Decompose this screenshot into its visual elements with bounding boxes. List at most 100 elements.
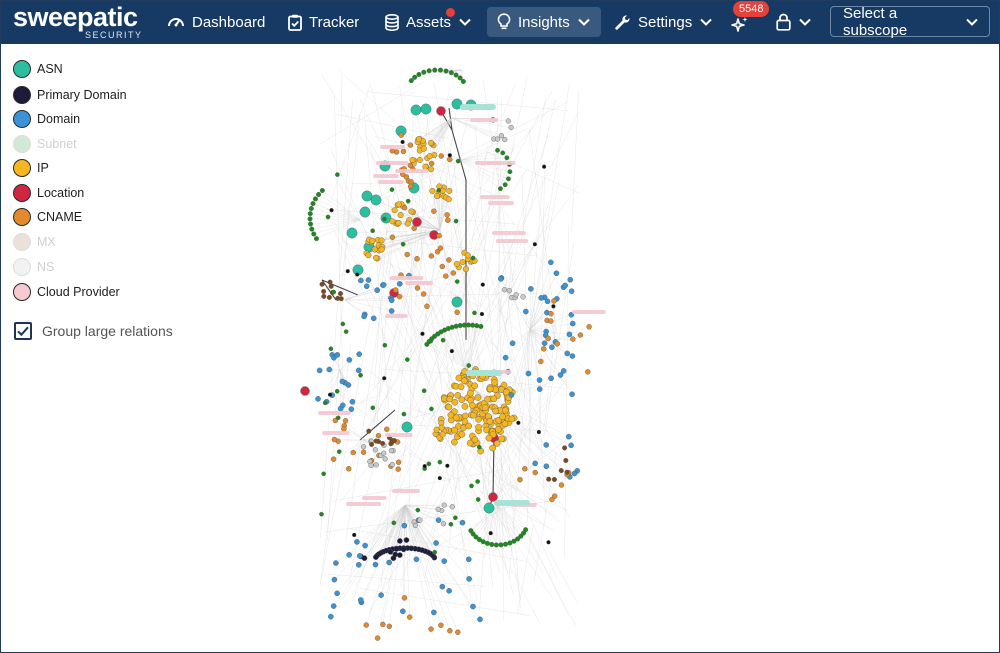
cname-node[interactable] [586, 324, 592, 330]
cname-node[interactable] [428, 160, 435, 167]
subnet-node[interactable] [504, 155, 510, 161]
ip-node[interactable] [470, 411, 477, 419]
primary-domain-node[interactable] [536, 429, 541, 435]
domain-node[interactable] [431, 609, 437, 616]
domain-node[interactable] [386, 559, 392, 566]
brown-node[interactable] [551, 476, 557, 482]
subnet-node[interactable] [470, 322, 476, 328]
ip-node[interactable] [391, 207, 398, 214]
cname-node[interactable] [424, 303, 430, 310]
subnet-node[interactable] [448, 70, 454, 76]
ip-node[interactable] [453, 260, 460, 267]
ip-node[interactable] [490, 395, 498, 403]
cname-node[interactable] [407, 162, 414, 169]
domain-node[interactable] [525, 370, 532, 377]
asn-node[interactable] [410, 104, 422, 116]
asn-node[interactable] [451, 296, 463, 308]
domain-node[interactable] [396, 281, 403, 287]
subnet-node[interactable] [495, 147, 500, 153]
domain-node[interactable] [523, 308, 529, 315]
domain-node[interactable] [560, 368, 567, 374]
cname-node[interactable] [341, 426, 347, 432]
ip-node[interactable] [441, 395, 448, 402]
ip-node[interactable] [378, 246, 385, 253]
relationship-graph[interactable] [0, 44, 1000, 653]
subnet-node[interactable] [421, 69, 427, 75]
ip-node[interactable] [416, 156, 423, 163]
domain-node[interactable] [565, 433, 572, 440]
cname-node[interactable] [350, 449, 356, 456]
subnet-node[interactable] [311, 231, 317, 237]
cname-node[interactable] [389, 234, 396, 240]
ip-node[interactable] [491, 379, 498, 386]
brown-node[interactable] [338, 296, 344, 302]
ip-node[interactable] [475, 423, 482, 431]
cname-node[interactable] [384, 426, 390, 432]
ip-node[interactable] [369, 237, 376, 244]
primary-domain-node[interactable] [437, 476, 442, 481]
cname-node[interactable] [551, 298, 557, 304]
subnet-node[interactable] [334, 388, 340, 394]
brown-node[interactable] [321, 288, 327, 294]
primary-domain-node[interactable] [532, 242, 537, 247]
subnet-node[interactable] [472, 310, 477, 316]
cname-node[interactable] [431, 208, 437, 214]
domain-node[interactable] [400, 608, 406, 615]
brown-node[interactable] [546, 476, 552, 482]
subnet-node[interactable] [401, 411, 407, 417]
domain-node[interactable] [374, 287, 381, 294]
ns-node[interactable] [502, 136, 508, 143]
subnet-node[interactable] [460, 78, 466, 84]
cname-node[interactable] [558, 482, 565, 488]
subnet-node[interactable] [328, 346, 334, 352]
ip-node[interactable] [495, 426, 502, 433]
domain-node[interactable] [346, 552, 352, 558]
domain-node[interactable] [355, 367, 362, 374]
cname-node[interactable] [407, 183, 414, 190]
primary-domain-node[interactable] [352, 532, 357, 538]
subnet-node[interactable] [405, 357, 410, 362]
cname-node[interactable] [342, 418, 349, 424]
ip-node[interactable] [455, 374, 463, 382]
subnet-node[interactable] [453, 515, 458, 521]
subnet-node[interactable] [412, 74, 418, 80]
ip-node[interactable] [438, 424, 445, 431]
domain-node[interactable] [354, 539, 360, 545]
subnet-node[interactable] [331, 289, 337, 295]
primary-domain-node[interactable] [546, 540, 551, 545]
domain-node[interactable] [337, 405, 344, 412]
ip-node[interactable] [492, 407, 499, 415]
domain-node[interactable] [361, 313, 367, 320]
cname-node[interactable] [554, 341, 560, 347]
primary-domain-node[interactable] [445, 463, 450, 468]
subnet-node[interactable] [313, 236, 319, 242]
domain-node[interactable] [470, 603, 476, 610]
domain-node[interactable] [543, 463, 550, 470]
primary-domain-node[interactable] [345, 269, 350, 274]
ip-node[interactable] [415, 136, 422, 143]
subnet-node[interactable] [335, 172, 340, 177]
domain-node[interactable] [553, 270, 560, 277]
cname-node[interactable] [585, 369, 591, 375]
primary-domain-node[interactable] [542, 164, 547, 169]
ip-node[interactable] [464, 252, 471, 259]
domain-node[interactable] [331, 576, 338, 583]
ip-node[interactable] [469, 402, 476, 409]
subnet-node[interactable] [489, 541, 495, 547]
cname-node[interactable] [414, 256, 420, 262]
primary-domain-node[interactable] [382, 376, 387, 381]
ip-node[interactable] [474, 394, 482, 401]
domain-node[interactable] [378, 592, 384, 598]
cname-node[interactable] [411, 225, 417, 232]
subnet-node[interactable] [436, 188, 442, 193]
ip-node[interactable] [501, 407, 509, 414]
ip-node[interactable] [427, 139, 434, 146]
subnet-node[interactable] [310, 201, 316, 207]
cname-node[interactable] [375, 433, 382, 439]
ip-node[interactable] [451, 438, 458, 446]
primary-domain-node[interactable] [479, 311, 485, 317]
primary-domain-node[interactable] [327, 392, 333, 397]
ns-node[interactable] [498, 133, 505, 139]
brown-node[interactable] [373, 438, 379, 444]
subnet-node[interactable] [408, 78, 414, 84]
